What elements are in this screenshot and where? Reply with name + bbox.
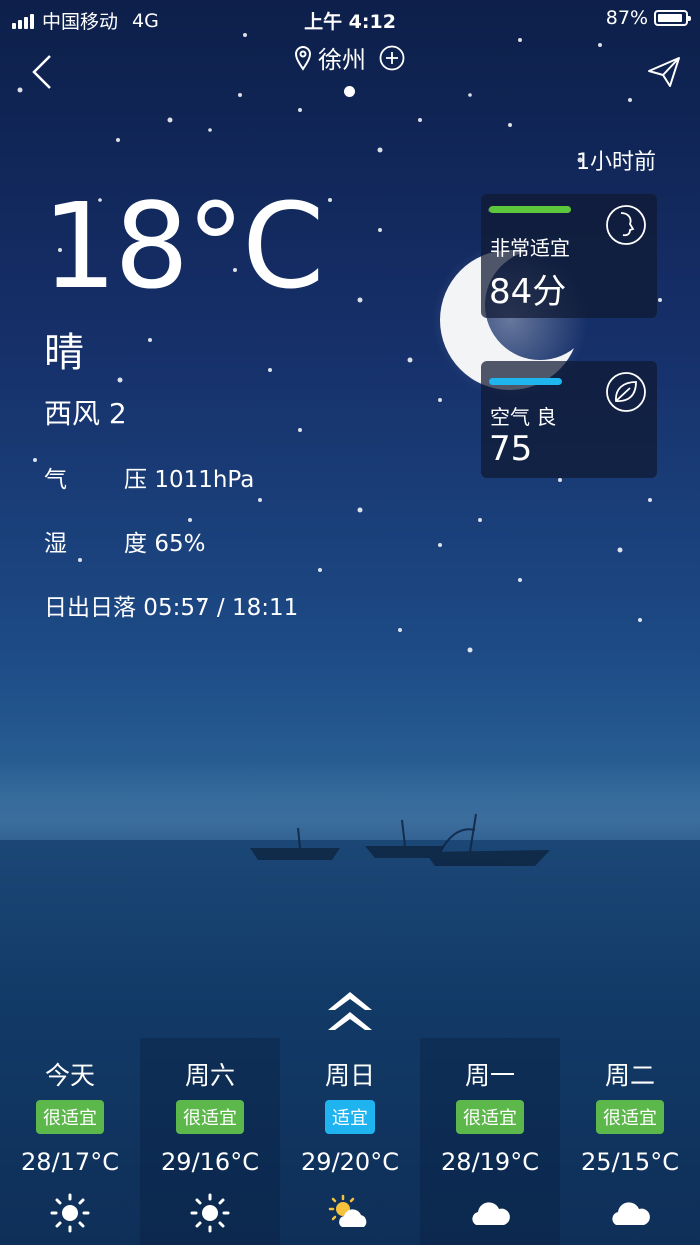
forecast-day[interactable]: 今天很适宜 28/17°C	[0, 1038, 140, 1245]
face-profile-icon	[606, 205, 646, 245]
humidity-label: 湿	[44, 531, 67, 557]
city-name: 徐州	[318, 46, 366, 74]
sunrise-sunset: 日出日落 05:57 / 18:11	[44, 595, 299, 621]
forecast-day-name: 今天	[44, 1061, 95, 1090]
forecast-day[interactable]: 周六很适宜 29/16°C	[140, 1038, 280, 1245]
pressure-row: 气 压 1011hPa	[44, 460, 254, 494]
forecast-temp-range: 28/17°C	[21, 1148, 119, 1176]
forecast-day-name: 周六	[184, 1061, 235, 1090]
forecast-day-name: 周一	[464, 1061, 515, 1090]
expand-up-chevrons-icon[interactable]	[322, 990, 378, 1036]
humidity-row: 湿 度 65%	[44, 524, 205, 558]
cloud-icon	[608, 1193, 652, 1233]
current-temperature: 18°C	[42, 177, 325, 315]
cloud-icon	[468, 1193, 512, 1233]
aqi-bar	[489, 378, 562, 385]
boats-silhouette	[250, 813, 550, 866]
wind-info: 西风 2	[44, 397, 127, 430]
status-bar: 中国移动 4G 上午 4:12 87%	[0, 0, 700, 36]
page-indicator-dot	[344, 86, 355, 97]
location-pin-icon	[294, 45, 312, 71]
aqi-label: 空气 良	[490, 405, 557, 429]
air-quality-card[interactable]: 空气 良 75	[481, 361, 657, 478]
aqi-value: 75	[489, 429, 533, 469]
forecast-temp-range: 25/15°C	[581, 1148, 679, 1176]
forecast-comfort-badge: 很适宜	[456, 1100, 524, 1134]
forecast-temp-range: 29/16°C	[161, 1148, 259, 1176]
comfort-score: 84分	[489, 272, 567, 312]
forecast-temp-range: 29/20°C	[301, 1148, 399, 1176]
pressure-value: 1011hPa	[154, 467, 255, 493]
battery-percentage: 87%	[605, 7, 648, 29]
partly-cloudy-icon	[328, 1193, 372, 1233]
share-paper-plane-icon[interactable]	[646, 54, 682, 90]
comfort-label: 非常适宜	[490, 236, 570, 260]
forecast-comfort-badge: 很适宜	[36, 1100, 104, 1134]
forecast-day[interactable]: 周二很适宜 25/15°C	[560, 1038, 700, 1245]
pressure-label-2: 压	[124, 467, 147, 493]
add-city-icon[interactable]	[378, 44, 406, 72]
humidity-value: 65%	[154, 531, 206, 557]
forecast-comfort-badge: 很适宜	[596, 1100, 664, 1134]
forecast-day-name: 周二	[604, 1061, 655, 1090]
forecast-day[interactable]: 周一很适宜 28/19°C	[420, 1038, 560, 1245]
forecast-comfort-badge: 很适宜	[176, 1100, 244, 1134]
comfort-index-card[interactable]: 非常适宜 84分	[481, 194, 657, 318]
updated-time: 1小时前	[576, 150, 656, 175]
battery-icon	[654, 10, 691, 26]
pressure-label: 气	[44, 467, 67, 493]
city-selector[interactable]: 徐州	[0, 40, 700, 77]
humidity-label-2: 度	[124, 531, 147, 557]
status-time: 上午 4:12	[304, 11, 396, 33]
forecast-comfort-badge: 适宜	[325, 1100, 375, 1134]
sun-icon	[188, 1193, 232, 1233]
sun-icon	[48, 1193, 92, 1233]
forecast-temp-range: 28/19°C	[441, 1148, 539, 1176]
leaf-icon	[606, 372, 646, 412]
current-condition: 晴	[44, 330, 84, 376]
daily-forecast: 今天很适宜 28/17°C 周六很适宜 29/16°C 周日适宜 29/20°C 周一很适宜…	[0, 1038, 700, 1245]
forecast-day-name: 周日	[324, 1061, 375, 1090]
forecast-day[interactable]: 周日适宜 29/20°C	[280, 1038, 420, 1245]
comfort-bar	[489, 206, 571, 213]
